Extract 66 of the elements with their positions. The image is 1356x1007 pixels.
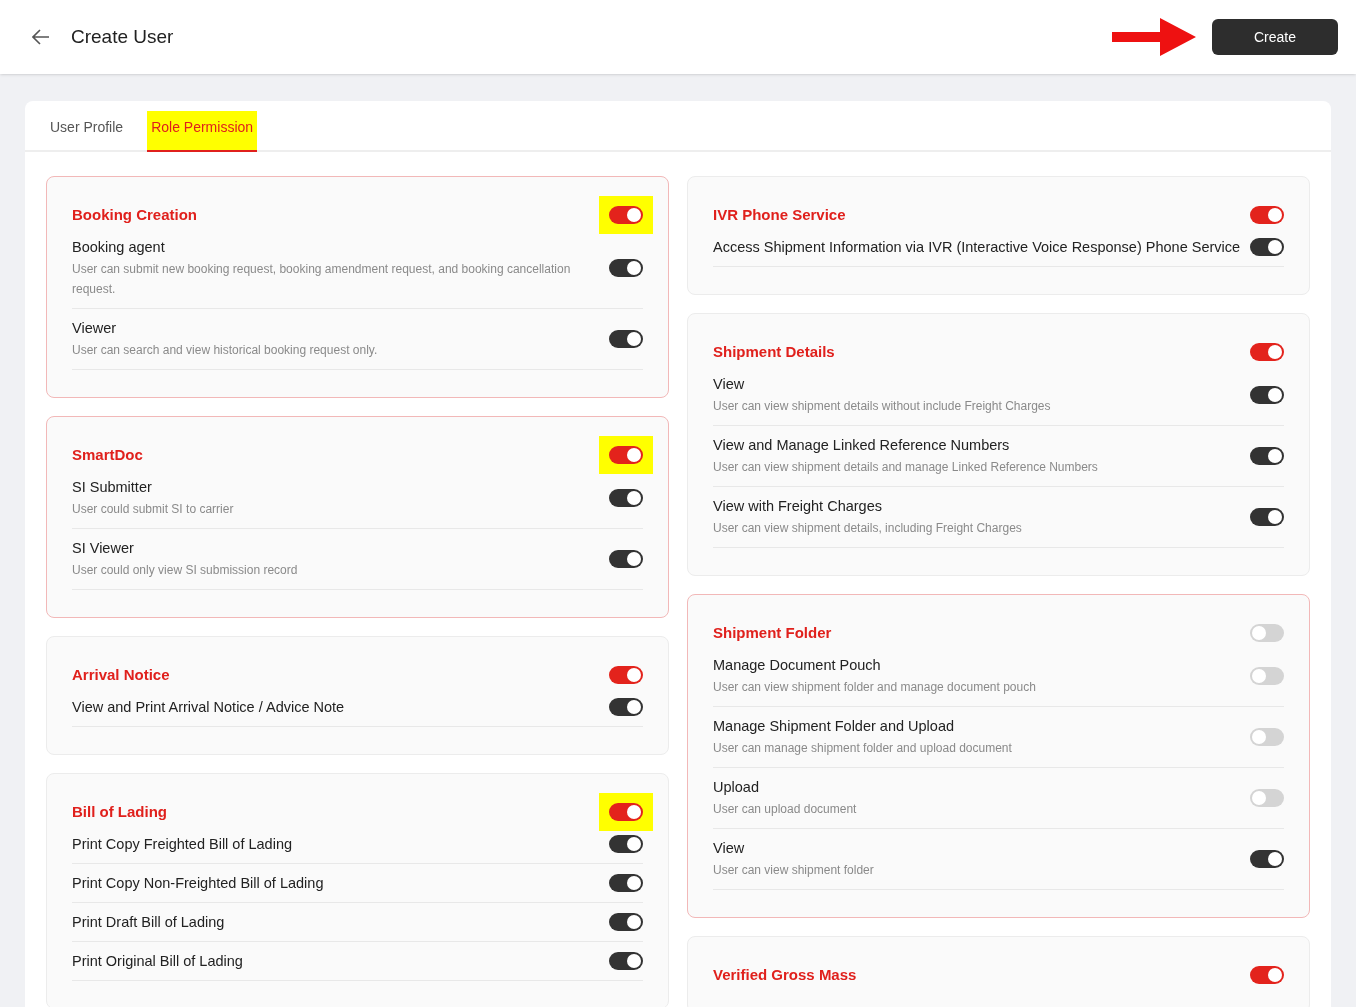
permission-label: SI Viewer <box>72 539 135 558</box>
permission-description: User could submit SI to carrier <box>72 501 234 518</box>
toggle-switch[interactable] <box>1250 850 1284 868</box>
section-title: Bill of Lading <box>72 801 167 822</box>
permission-label: Manage Shipment Folder and Upload <box>713 717 955 736</box>
permission-description: User can view shipment details without include Freight Charges <box>713 398 1051 415</box>
permission-label: Manage Document Pouch <box>713 656 882 675</box>
toggle-switch[interactable] <box>1250 624 1284 642</box>
permission-description: User can view shipment folder and manage document pouch <box>713 679 1036 696</box>
permission-label: View <box>713 839 746 858</box>
section-title: Arrival Notice <box>72 664 170 685</box>
permission-description: User can view shipment details, including Freight Charges <box>713 520 1022 537</box>
toggle-switch[interactable] <box>609 259 643 277</box>
permission-label: View with Freight Charges <box>713 497 883 516</box>
permission-description: User can view shipment details and manage Linked Reference Numbers <box>713 459 1098 476</box>
toggle-switch[interactable] <box>609 330 643 348</box>
permission-description: User can submit new booking request, booking amendment request, and booking cancellation request. <box>72 261 572 298</box>
toggle-switch[interactable] <box>1250 386 1284 404</box>
toggle-switch[interactable] <box>1250 508 1284 526</box>
toggle-switch[interactable] <box>609 835 643 853</box>
permission-label: View <box>713 375 746 394</box>
permission-label: Access Shipment Information via IVR (Interactive Voice Response) Phone Service <box>713 238 1241 257</box>
permission-description: User can manage shipment folder and upload document <box>713 740 1012 757</box>
section-title: Shipment Folder <box>713 622 832 643</box>
permission-description: User can view shipment folder <box>713 862 874 879</box>
section-title: SmartDoc <box>72 444 143 465</box>
permission-label: Print Copy Freighted Bill of Lading <box>72 835 293 854</box>
permission-description: User can upload document <box>713 801 857 818</box>
section-title: Shipment Details <box>713 341 835 362</box>
back-arrow-icon[interactable] <box>32 29 50 45</box>
permission-label: Print Original Bill of Lading <box>72 952 243 971</box>
toggle-switch[interactable] <box>1250 343 1284 361</box>
toggle-switch[interactable] <box>1250 238 1284 256</box>
toggle-switch[interactable] <box>1250 206 1284 224</box>
toggle-switch[interactable] <box>609 874 643 892</box>
toggle-switch[interactable] <box>609 446 643 464</box>
tab[interactable]: Role Permission <box>147 111 258 152</box>
permission-label: SI Submitter <box>72 478 153 497</box>
permission-description: User could only view SI submission record <box>72 562 298 579</box>
section-title: IVR Phone Service <box>713 204 846 225</box>
toggle-switch[interactable] <box>609 550 643 568</box>
toggle-switch[interactable] <box>609 666 643 684</box>
permission-label: Print Draft Bill of Lading <box>72 913 225 932</box>
permission-label: Viewer <box>72 319 118 338</box>
section-title: Booking Creation <box>72 204 197 225</box>
toggle-switch[interactable] <box>609 952 643 970</box>
permission-label: Upload <box>713 778 760 797</box>
toggle-switch[interactable] <box>609 206 643 224</box>
toggle-switch[interactable] <box>609 698 643 716</box>
toggle-switch[interactable] <box>1250 667 1284 685</box>
permission-description: User can search and view historical booking request only. <box>72 342 378 359</box>
permission-label: Booking agent <box>72 238 166 257</box>
page-title: Create User <box>71 24 174 49</box>
create-button[interactable]: Create <box>1212 19 1338 55</box>
toggle-switch[interactable] <box>1250 728 1284 746</box>
permission-label: View and Manage Linked Reference Numbers <box>713 436 1011 455</box>
permission-label: Print Copy Non-Freighted Bill of Lading <box>72 874 324 893</box>
toggle-switch[interactable] <box>609 489 643 507</box>
toggle-switch[interactable] <box>609 913 643 931</box>
permission-label: View and Print Arrival Notice / Advice Note <box>72 698 345 717</box>
toggle-switch[interactable] <box>1250 447 1284 465</box>
toggle-switch[interactable] <box>609 803 643 821</box>
tab[interactable]: User Profile <box>46 111 128 152</box>
section-title: Verified Gross Mass <box>713 964 857 985</box>
toggle-switch[interactable] <box>1250 966 1284 984</box>
toggle-switch[interactable] <box>1250 789 1284 807</box>
